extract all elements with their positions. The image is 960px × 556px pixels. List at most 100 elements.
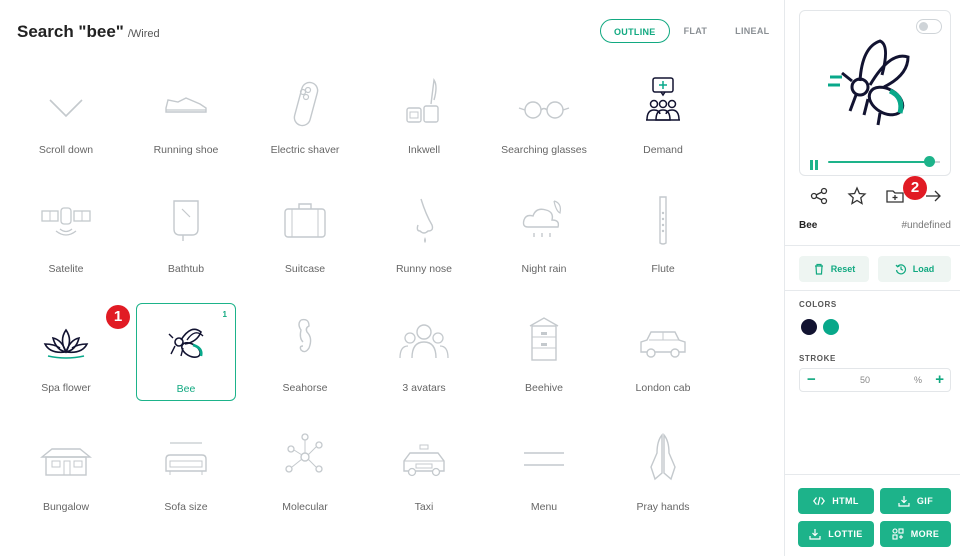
more-button[interactable]: MORE xyxy=(880,521,951,547)
icon-label: Bee xyxy=(176,383,196,395)
tab-lineal[interactable]: LINEAL xyxy=(721,19,783,43)
stroke-label: STROKE xyxy=(799,354,836,363)
load-button[interactable]: Load xyxy=(878,256,951,282)
icon-card-satelite[interactable]: Satelite xyxy=(16,181,116,279)
searching-glasses-icon xyxy=(518,101,570,119)
animation-preview xyxy=(799,10,951,176)
icon-label: Beehive xyxy=(525,382,563,394)
icon-card-beehive[interactable]: Beehive xyxy=(494,300,594,398)
icon-name-row: Bee #undefined xyxy=(799,220,951,231)
load-label: Load xyxy=(912,264,935,274)
icon-card-pray-hands[interactable]: Pray hands xyxy=(613,419,713,517)
html-button[interactable]: HTML xyxy=(798,488,874,514)
stroke-decrease-button[interactable]: − xyxy=(807,371,816,388)
icon-card-bungalow[interactable]: Bungalow xyxy=(16,419,116,517)
icon-label: Seahorse xyxy=(282,382,328,394)
sofa-size-icon xyxy=(165,442,207,475)
icon-card-electric-shaver[interactable]: Electric shaver xyxy=(255,62,355,160)
night-rain-icon xyxy=(522,200,561,237)
stroke-unit: % xyxy=(914,375,923,385)
suitcase-icon xyxy=(284,203,326,238)
code-icon xyxy=(813,496,826,506)
tab-flat[interactable]: FLAT xyxy=(670,19,722,43)
add-to-folder-icon[interactable] xyxy=(885,186,905,206)
scroll-down-icon xyxy=(49,99,83,118)
history-icon xyxy=(895,264,906,275)
icon-label: Electric shaver xyxy=(270,144,340,156)
icon-card-searching-glasses[interactable]: Searching glasses xyxy=(494,62,594,160)
gif-button[interactable]: GIF xyxy=(880,488,951,514)
icon-card-flute[interactable]: Flute xyxy=(613,181,713,279)
tab-outline[interactable]: OUTLINE xyxy=(600,19,670,43)
selection-count: 1 xyxy=(222,310,227,319)
icon-label: Menu xyxy=(530,501,558,513)
icon-card-london-cab[interactable]: London cab xyxy=(613,300,713,398)
icon-label: Demand xyxy=(643,144,683,156)
taxi-icon xyxy=(403,444,445,477)
annotation-marker-1: 1 xyxy=(106,305,130,329)
icon-card-sofa-size[interactable]: Sofa size xyxy=(136,419,236,517)
satelite-icon xyxy=(41,207,91,236)
detail-panel: 2 Bee #undefined Reset Load COLORS STROK… xyxy=(784,0,960,556)
icon-card-scroll-down[interactable]: Scroll down xyxy=(16,62,116,160)
spa-flower-icon xyxy=(43,328,89,359)
icon-card-inkwell[interactable]: Inkwell xyxy=(374,62,474,160)
icon-name: Bee xyxy=(799,220,818,231)
icon-label: Taxi xyxy=(414,501,434,513)
playback-knob[interactable] xyxy=(924,156,935,167)
icon-card-runny-nose[interactable]: Runny nose xyxy=(374,181,474,279)
icon-label: Bungalow xyxy=(42,501,90,513)
runny-nose-icon xyxy=(416,198,434,243)
stroke-value[interactable]: 50 xyxy=(860,375,870,385)
beehive-icon xyxy=(529,317,559,361)
icon-card-spa-flower[interactable]: Spa flower xyxy=(16,300,116,398)
preview-actions xyxy=(809,186,949,210)
inkwell-icon xyxy=(406,78,439,123)
icon-card-running-shoe[interactable]: Running shoe xyxy=(136,62,236,160)
bee-icon xyxy=(168,328,204,359)
pray-hands-icon xyxy=(650,433,676,481)
annotation-marker-2: 2 xyxy=(903,176,927,200)
pause-button[interactable] xyxy=(810,157,820,170)
reset-label: Reset xyxy=(830,264,856,274)
icon-card-night-rain[interactable]: Night rain xyxy=(494,181,594,279)
icon-card-bee[interactable]: 1 Bee xyxy=(136,303,236,401)
icon-card-suitcase[interactable]: Suitcase xyxy=(255,181,355,279)
bee-preview-icon xyxy=(828,39,910,126)
icon-card-bathtub[interactable]: Bathtub xyxy=(136,181,236,279)
stroke-increase-button[interactable]: + xyxy=(935,371,944,388)
icon-label: Pray hands xyxy=(636,501,690,513)
icon-label: Bathtub xyxy=(167,263,205,275)
star-icon[interactable] xyxy=(847,186,867,206)
lottie-label: LOTTIE xyxy=(828,529,863,539)
icon-card-seahorse[interactable]: Seahorse xyxy=(255,300,355,398)
bathtub-icon xyxy=(173,200,199,241)
trash-icon xyxy=(814,263,823,275)
stroke-stepper: − 50 % + xyxy=(799,368,951,392)
icon-card-taxi[interactable]: Taxi xyxy=(374,419,474,517)
main-area: Search "bee"/Wired OUTLINE FLAT LINEAL S… xyxy=(0,0,784,556)
html-label: HTML xyxy=(832,496,859,506)
icon-card-molecular[interactable]: Molecular xyxy=(255,419,355,517)
icon-label: Night rain xyxy=(521,263,567,275)
color-swatch-primary[interactable] xyxy=(801,319,817,335)
icon-label: Runny nose xyxy=(395,263,453,275)
more-label: MORE xyxy=(910,529,940,539)
electric-shaver-icon xyxy=(293,81,319,127)
molecular-icon xyxy=(285,433,323,473)
share-icon[interactable] xyxy=(809,186,829,206)
app: Search "bee"/Wired OUTLINE FLAT LINEAL S… xyxy=(0,0,960,556)
divider xyxy=(785,290,960,291)
icon-label: 3 avatars xyxy=(402,382,446,394)
demand-icon xyxy=(646,77,680,121)
seahorse-icon xyxy=(298,318,312,353)
lottie-button[interactable]: LOTTIE xyxy=(798,521,874,547)
flute-icon xyxy=(659,196,667,245)
icon-card-demand[interactable]: Demand xyxy=(613,62,713,160)
reset-button[interactable]: Reset xyxy=(799,256,869,282)
icon-card-3-avatars[interactable]: 3 avatars xyxy=(374,300,474,398)
icon-label: Searching glasses xyxy=(501,144,587,156)
color-swatch-secondary[interactable] xyxy=(823,319,839,335)
three-avatars-icon xyxy=(399,324,449,359)
icon-card-menu[interactable]: Menu xyxy=(494,419,594,517)
